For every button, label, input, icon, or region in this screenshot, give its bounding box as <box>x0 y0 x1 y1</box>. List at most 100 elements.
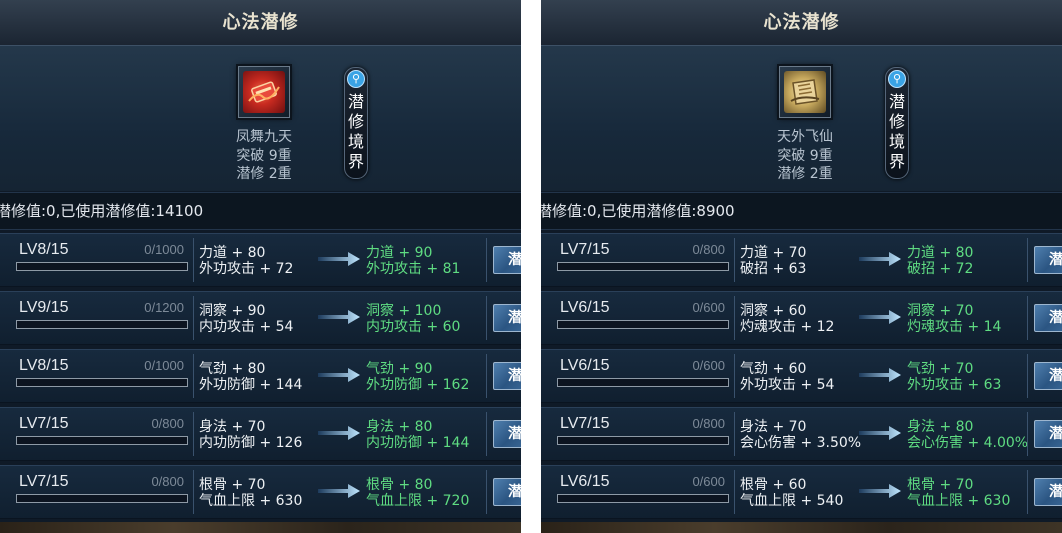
cultivate-button[interactable]: 潜修 <box>1034 362 1062 390</box>
attribute-exp: 0/1000 <box>144 358 184 373</box>
divider <box>734 412 735 456</box>
arrow-right-icon <box>859 310 901 324</box>
cultivate-button[interactable]: 潜修 <box>1034 246 1062 274</box>
divider <box>486 238 487 282</box>
magnifier-icon: ⚲ <box>888 70 906 88</box>
panel-title: 心法潜修 <box>541 0 1062 46</box>
cultivation-realm-button[interactable]: ⚲ 潜 修 境 界 <box>885 67 909 179</box>
divider <box>193 296 194 340</box>
footer-decoration <box>541 522 1062 533</box>
footer-decoration <box>0 522 521 533</box>
panel-title: 心法潜修 <box>0 0 521 46</box>
next-stat-secondary: 内功攻击 + 60 <box>366 319 461 335</box>
exp-progress-bar <box>557 262 729 271</box>
cultivation-realm-label: 潜 修 境 界 <box>347 92 364 171</box>
attribute-level: LV7/15 <box>560 241 610 258</box>
attribute-level: LV6/15 <box>560 299 610 316</box>
divider <box>486 470 487 514</box>
next-stat-secondary: 破招 + 72 <box>907 261 974 277</box>
attribute-level: LV9/15 <box>19 299 69 316</box>
divider <box>734 470 735 514</box>
exp-progress-bar <box>557 436 729 445</box>
exp-progress-bar <box>16 436 188 445</box>
arrow-right-icon <box>318 252 360 266</box>
attribute-row: LV7/15 0/800 身法 + 70 会心伤害 + 3.50% 身法 + 80 会心伤… <box>541 407 1062 461</box>
attribute-row: LV7/15 0/800 身法 + 70 内功防御 + 126 身法 + 80 内功防御 … <box>0 407 521 461</box>
attribute-row: LV7/15 0/800 根骨 + 70 气血上限 + 630 根骨 + 80 气血上限 … <box>0 465 521 519</box>
divider <box>486 354 487 398</box>
next-stat-secondary: 外功攻击 + 63 <box>907 377 1002 393</box>
divider <box>193 470 194 514</box>
cultivate-button[interactable]: 潜修 <box>1034 478 1062 506</box>
attribute-level: LV6/15 <box>560 473 610 490</box>
cultivate-button[interactable]: 潜修 <box>1034 304 1062 332</box>
exp-progress-bar <box>16 378 188 387</box>
current-stat-secondary: 外功攻击 + 72 <box>199 261 294 277</box>
divider <box>734 238 735 282</box>
divider <box>1027 412 1028 456</box>
skill-breakthrough: 突破 9重 <box>236 148 292 164</box>
attribute-row: LV8/15 0/1000 力道 + 80 外功攻击 + 72 力道 + 90 外功攻击 … <box>0 233 521 287</box>
divider <box>734 354 735 398</box>
exp-progress-bar <box>16 320 188 329</box>
attribute-row: LV8/15 0/1000 气劲 + 80 外功防御 + 144 气劲 + 90 外功防御… <box>0 349 521 403</box>
current-stat-secondary: 外功攻击 + 54 <box>740 377 835 393</box>
cultivation-points-summary: 潜修值:0,已使用潜修值:8900 <box>541 192 1062 230</box>
red-book-icon <box>243 71 285 113</box>
attribute-exp: 0/800 <box>692 416 725 431</box>
exp-progress-bar <box>557 378 729 387</box>
divider <box>1027 470 1028 514</box>
divider <box>193 238 194 282</box>
next-stat-secondary: 外功攻击 + 81 <box>366 261 461 277</box>
skill-breakthrough: 突破 9重 <box>777 148 833 164</box>
attribute-level: LV8/15 <box>19 241 69 258</box>
current-stat-secondary: 气血上限 + 630 <box>199 493 303 509</box>
attribute-exp: 0/1200 <box>144 300 184 315</box>
current-stat-secondary: 灼魂攻击 + 12 <box>740 319 835 335</box>
cultivation-panel-left: 心法潜修 凤舞九天 突破 9重 潜修 2重 ⚲ 潜 修 境 界 潜修值:0,已使… <box>0 0 521 533</box>
next-stat-secondary: 会心伤害 + 4.00% <box>907 435 1029 451</box>
gold-scroll-icon <box>784 71 826 113</box>
divider <box>1027 296 1028 340</box>
arrow-right-icon <box>318 426 360 440</box>
cultivation-panel-right: 心法潜修 天外飞仙 突破 9重 潜修 2重 ⚲ 潜 修 境 界 潜修值:0,已使… <box>541 0 1062 533</box>
attribute-exp: 0/600 <box>692 474 725 489</box>
next-stat-secondary: 内功防御 + 144 <box>366 435 470 451</box>
cultivation-realm-button[interactable]: ⚲ 潜 修 境 界 <box>344 67 368 179</box>
current-stat-secondary: 气血上限 + 540 <box>740 493 844 509</box>
divider <box>734 296 735 340</box>
current-stat-secondary: 破招 + 63 <box>740 261 807 277</box>
skill-cultivation-level: 潜修 2重 <box>777 166 833 182</box>
cultivate-button[interactable]: 潜修 <box>1034 420 1062 448</box>
cultivate-button[interactable]: 潜修 <box>493 304 521 332</box>
current-stat-secondary: 内功防御 + 126 <box>199 435 303 451</box>
divider <box>486 296 487 340</box>
cultivate-button[interactable]: 潜修 <box>493 362 521 390</box>
skill-cultivation-level: 潜修 2重 <box>236 166 292 182</box>
attribute-level: LV7/15 <box>19 473 69 490</box>
skill-info: 凤舞九天 突破 9重 潜修 2重 ⚲ 潜 修 境 界 <box>0 46 521 191</box>
cultivate-button[interactable]: 潜修 <box>493 246 521 274</box>
attribute-row: LV7/15 0/800 力道 + 70 破招 + 63 力道 + 80 破招 + 72 潜… <box>541 233 1062 287</box>
divider <box>1027 354 1028 398</box>
arrow-right-icon <box>859 252 901 266</box>
divider <box>486 412 487 456</box>
attribute-level: LV7/15 <box>560 415 610 432</box>
attribute-level: LV7/15 <box>19 415 69 432</box>
attribute-exp: 0/800 <box>151 474 184 489</box>
skill-name: 天外飞仙 <box>777 129 833 145</box>
skill-slot[interactable] <box>779 66 831 118</box>
divider <box>1027 238 1028 282</box>
magnifier-icon: ⚲ <box>347 70 365 88</box>
next-stat-secondary: 气血上限 + 720 <box>366 493 470 509</box>
arrow-right-icon <box>318 368 360 382</box>
cultivate-button[interactable]: 潜修 <box>493 420 521 448</box>
cultivate-button[interactable]: 潜修 <box>493 478 521 506</box>
divider <box>193 412 194 456</box>
current-stat-secondary: 内功攻击 + 54 <box>199 319 294 335</box>
skill-slot[interactable] <box>238 66 290 118</box>
exp-progress-bar <box>16 262 188 271</box>
arrow-right-icon <box>859 368 901 382</box>
cultivation-realm-label: 潜 修 境 界 <box>888 92 905 171</box>
attribute-exp: 0/1000 <box>144 242 184 257</box>
